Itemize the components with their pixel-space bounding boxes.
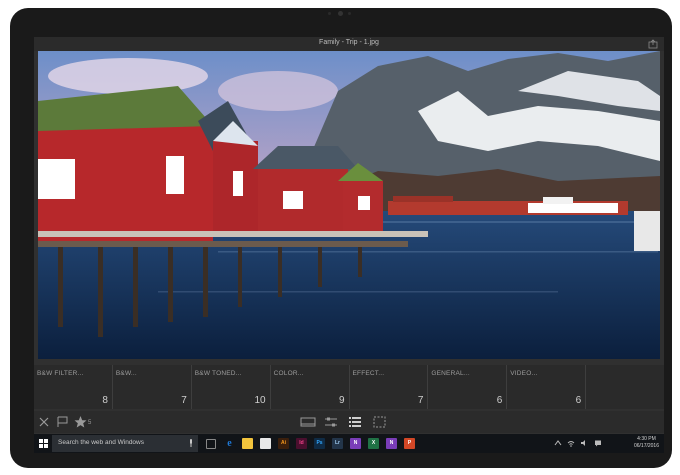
taskbar-search-box[interactable]: Search the web and Windows [52, 435, 198, 452]
app-screen: Family - Trip - 1.jpg B&W FILTER... 8 B&… [34, 37, 664, 453]
photoshop-icon[interactable]: Ps [314, 438, 325, 449]
reject-icon[interactable] [38, 415, 50, 429]
app-glyph: Ai [281, 440, 286, 446]
preset-label: B&W TONED... [194, 370, 242, 377]
powerpoint-icon[interactable]: P [404, 438, 415, 449]
volume-icon[interactable] [580, 439, 588, 447]
compare-view-icon[interactable] [300, 415, 316, 429]
bottom-toolbar: 5 [34, 411, 664, 433]
preset-label: GENERAL... [431, 370, 470, 377]
camera [338, 11, 343, 16]
task-view-icon[interactable] [206, 439, 216, 449]
window-title: Family - Trip - 1.jpg [319, 39, 379, 46]
preset-strip: B&W FILTER... 8 B&W... 7 B&W TONED... 10… [34, 365, 664, 409]
chevron-up-icon[interactable] [554, 439, 562, 447]
indesign-icon[interactable]: Id [296, 438, 307, 449]
preset-label: VIDEO... [510, 370, 538, 377]
preset-count: 8 [102, 395, 108, 406]
presets-list-icon[interactable] [348, 415, 362, 429]
preset-label: B&W... [115, 370, 137, 377]
preset-count: 6 [575, 395, 582, 406]
microphone-icon[interactable] [189, 439, 193, 447]
flag-icon[interactable] [56, 415, 69, 429]
clock-date: 06/17/2016 [633, 443, 659, 449]
windows-taskbar: Search the web and Windows e Ai Id Ps Lr… [34, 434, 664, 453]
sensor [328, 12, 331, 15]
preset-bw-filter[interactable]: B&W FILTER... 8 [34, 365, 113, 409]
preset-bw[interactable]: B&W... 7 [112, 365, 192, 409]
app-glyph: N [389, 440, 394, 446]
preset-color[interactable]: COLOR... 9 [270, 365, 350, 409]
preset-empty [586, 365, 664, 409]
preset-count: 10 [254, 395, 266, 406]
preset-count: 7 [181, 395, 187, 406]
title-bar: Family - Trip - 1.jpg [34, 37, 664, 51]
onenote-icon[interactable]: N [350, 438, 361, 449]
tablet-device: Family - Trip - 1.jpg B&W FILTER... 8 B&… [10, 8, 672, 468]
app-glyph: X [371, 440, 376, 446]
excel-icon[interactable]: X [368, 438, 379, 449]
preset-label: B&W FILTER... [37, 370, 84, 377]
notifications-icon[interactable] [594, 439, 602, 447]
preset-label: COLOR... [273, 370, 304, 377]
file-explorer-icon[interactable] [242, 438, 253, 449]
edge-glyph: e [227, 438, 232, 449]
app-glyph: Ps [316, 440, 323, 446]
app-glyph: N [353, 440, 358, 446]
preset-general[interactable]: GENERAL... 6 [428, 365, 508, 409]
star-icon[interactable] [74, 415, 87, 429]
windows-start-icon[interactable] [39, 439, 48, 448]
app-glyph: Lr [335, 440, 340, 446]
adjust-sliders-icon[interactable] [324, 415, 338, 429]
preset-count: 9 [338, 395, 345, 406]
preset-bw-toned[interactable]: B&W TONED... 10 [191, 365, 271, 409]
preset-effect[interactable]: EFFECT... 7 [349, 365, 429, 409]
app-glyph: P [407, 440, 412, 446]
sensor [348, 12, 351, 15]
fjord-photo [38, 51, 660, 359]
photo-viewer[interactable] [38, 51, 660, 359]
preset-label: EFFECT... [352, 370, 385, 377]
onenote2-icon[interactable]: N [386, 438, 397, 449]
preset-video[interactable]: VIDEO... 6 [507, 365, 587, 409]
wifi-icon[interactable] [567, 439, 575, 447]
illustrator-icon[interactable]: Ai [278, 438, 289, 449]
app-glyph: Id [299, 440, 304, 446]
crop-icon[interactable] [372, 415, 387, 429]
rating-count: 5 [88, 420, 92, 426]
edge-icon[interactable]: e [224, 438, 235, 449]
store-icon[interactable] [260, 438, 271, 449]
share-icon[interactable] [648, 39, 658, 49]
preset-count: 6 [496, 395, 503, 406]
search-placeholder: Search the web and Windows [58, 439, 144, 446]
clock-time: 4:30 PM [637, 436, 656, 442]
preset-count: 7 [417, 395, 424, 406]
taskbar-clock[interactable]: 4:30 PM 06/17/2016 [634, 436, 659, 450]
lightroom-icon[interactable]: Lr [332, 438, 343, 449]
